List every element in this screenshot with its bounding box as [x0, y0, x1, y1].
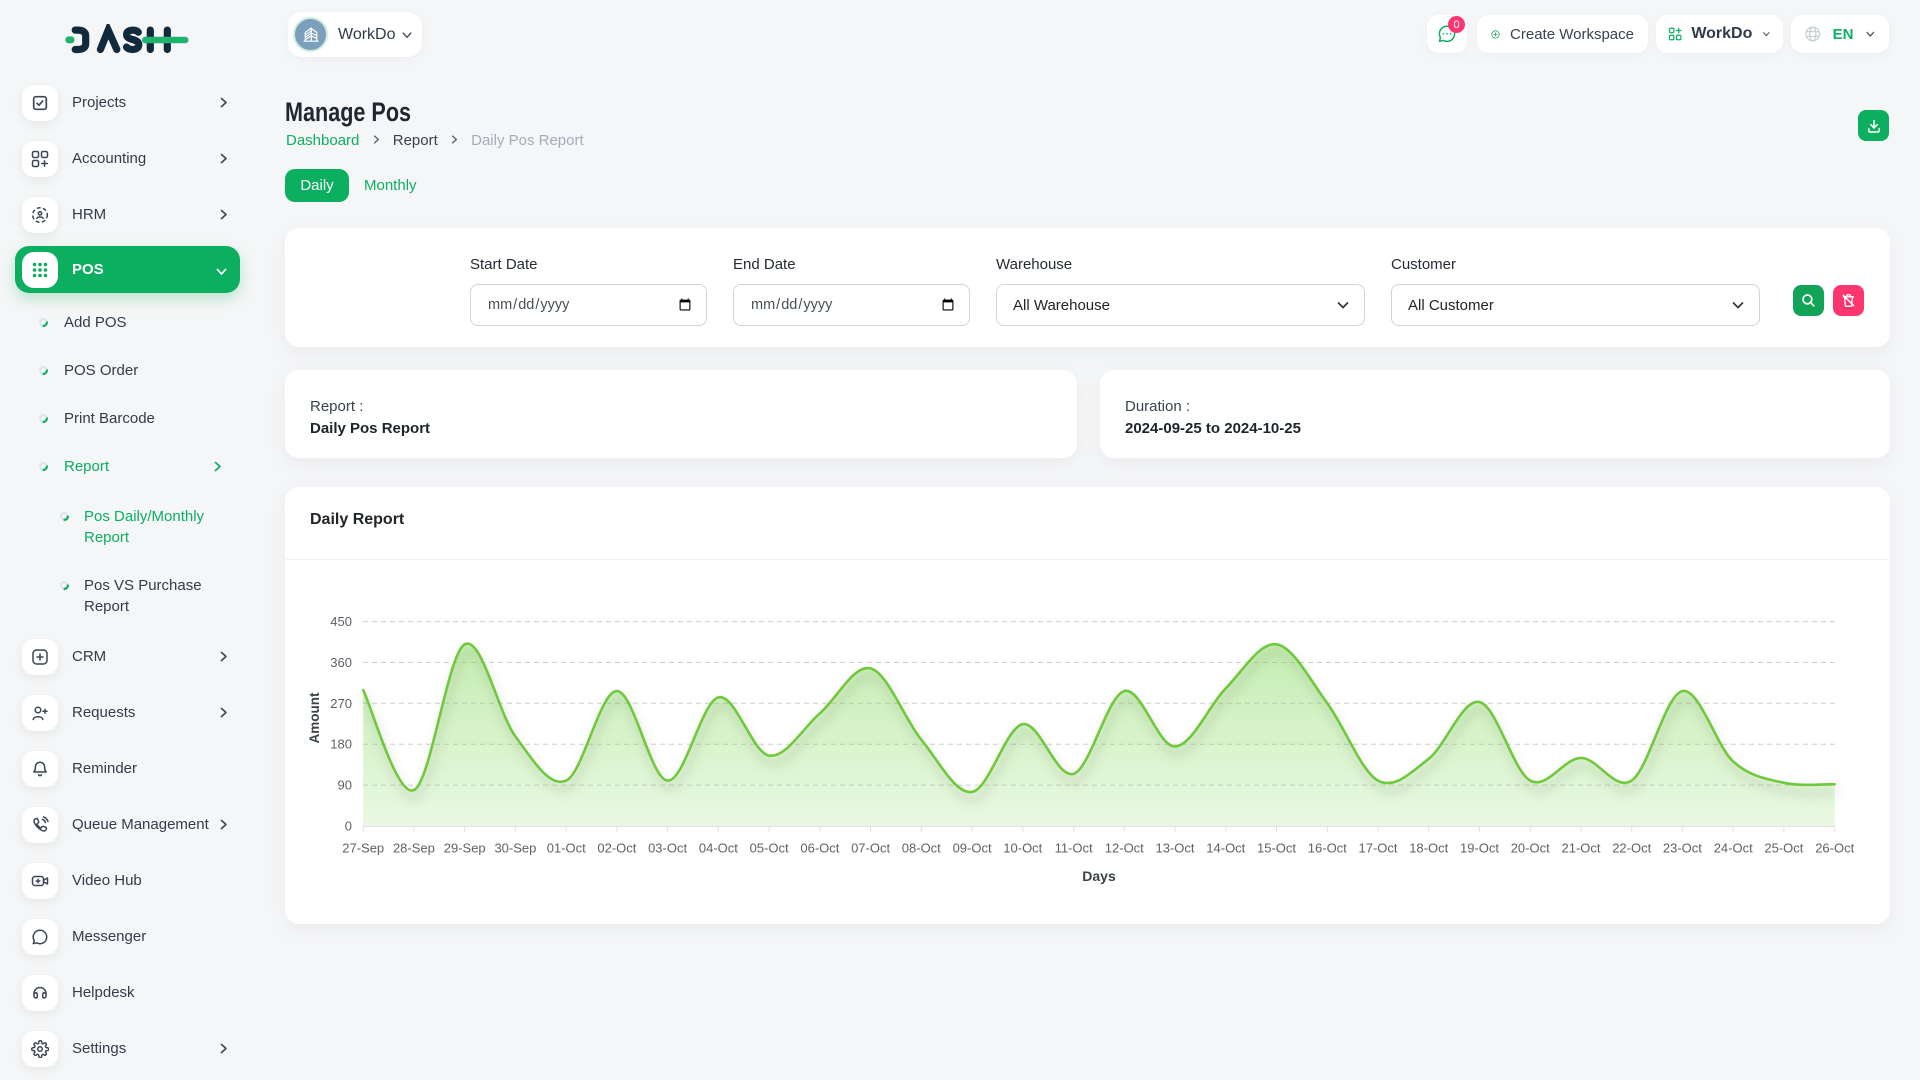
svg-text:09-Oct: 09-Oct — [953, 841, 992, 856]
svg-text:Days: Days — [1082, 868, 1116, 884]
svg-text:12-Oct: 12-Oct — [1105, 841, 1144, 856]
svg-text:27-Sep: 27-Sep — [342, 841, 384, 856]
svg-text:07-Oct: 07-Oct — [851, 841, 890, 856]
svg-text:20-Oct: 20-Oct — [1511, 841, 1550, 856]
svg-text:10-Oct: 10-Oct — [1003, 841, 1042, 856]
svg-text:22-Oct: 22-Oct — [1612, 841, 1651, 856]
svg-text:0: 0 — [345, 819, 352, 834]
svg-text:30-Sep: 30-Sep — [494, 841, 536, 856]
svg-text:26-Oct: 26-Oct — [1815, 841, 1854, 856]
svg-text:02-Oct: 02-Oct — [597, 841, 636, 856]
svg-text:180: 180 — [330, 737, 352, 752]
svg-text:17-Oct: 17-Oct — [1358, 841, 1397, 856]
svg-text:19-Oct: 19-Oct — [1460, 841, 1499, 856]
svg-text:01-Oct: 01-Oct — [547, 841, 586, 856]
svg-text:18-Oct: 18-Oct — [1409, 841, 1448, 856]
svg-text:06-Oct: 06-Oct — [800, 841, 839, 856]
svg-text:05-Oct: 05-Oct — [750, 841, 789, 856]
svg-text:Amount: Amount — [307, 692, 322, 743]
svg-text:24-Oct: 24-Oct — [1714, 841, 1753, 856]
svg-text:04-Oct: 04-Oct — [699, 841, 738, 856]
svg-text:08-Oct: 08-Oct — [902, 841, 941, 856]
svg-text:11-Oct: 11-Oct — [1055, 841, 1093, 856]
svg-text:15-Oct: 15-Oct — [1257, 841, 1296, 856]
svg-text:25-Oct: 25-Oct — [1764, 841, 1803, 856]
svg-text:450: 450 — [330, 614, 352, 629]
svg-text:14-Oct: 14-Oct — [1206, 841, 1245, 856]
svg-text:13-Oct: 13-Oct — [1155, 841, 1194, 856]
svg-text:21-Oct: 21-Oct — [1561, 841, 1600, 856]
svg-text:23-Oct: 23-Oct — [1663, 841, 1702, 856]
svg-text:03-Oct: 03-Oct — [648, 841, 687, 856]
svg-text:28-Sep: 28-Sep — [393, 841, 435, 856]
svg-text:360: 360 — [330, 655, 352, 670]
svg-text:270: 270 — [330, 696, 352, 711]
svg-text:16-Oct: 16-Oct — [1308, 841, 1347, 856]
svg-text:29-Sep: 29-Sep — [444, 841, 486, 856]
svg-text:90: 90 — [338, 778, 352, 793]
